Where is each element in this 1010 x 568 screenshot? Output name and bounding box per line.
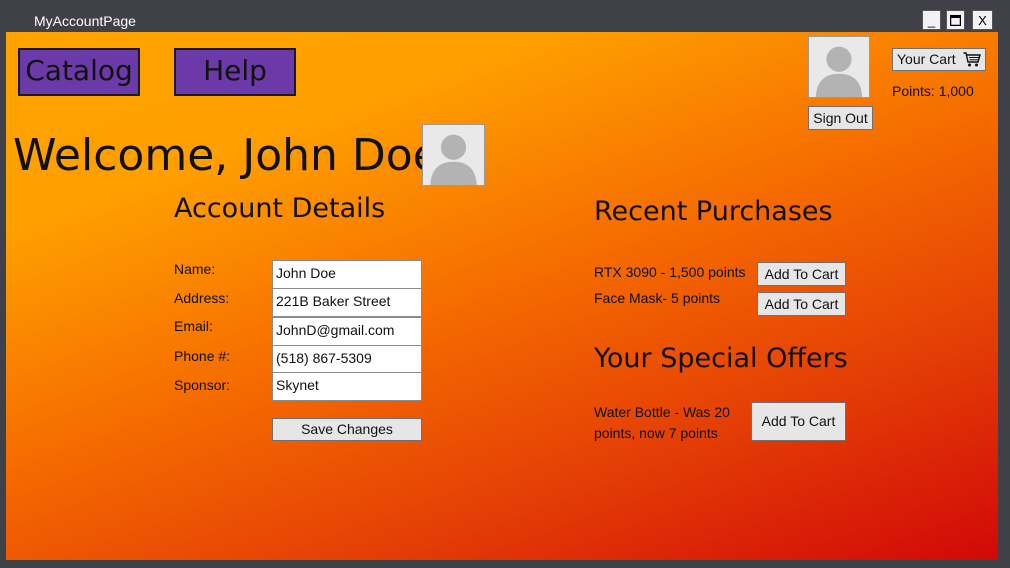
recent-purchases-title: Recent Purchases — [594, 196, 833, 227]
offer-add-to-cart-button[interactable]: Add To Cart — [751, 402, 846, 441]
cart-label: Your Cart — [897, 51, 956, 67]
welcome-heading: Welcome, John Doe — [13, 130, 440, 181]
offer-item-text: Water Bottle - Was 20 points, now 7 poin… — [594, 402, 730, 444]
window-title: MyAccountPage — [34, 13, 136, 29]
purchase-item-text: Face Mask- 5 points — [594, 290, 721, 306]
sponsor-field[interactable]: Skynet — [272, 372, 422, 401]
shopping-cart-icon — [963, 52, 981, 67]
address-field[interactable]: 221B Baker Street — [272, 288, 422, 317]
catalog-button[interactable]: Catalog — [18, 48, 140, 96]
email-label: Email: — [174, 318, 213, 334]
offer-line-2: points, now 7 points — [594, 425, 718, 441]
offer-line-1: Water Bottle - Was 20 — [594, 404, 730, 420]
account-page: Catalog Help Sign Out Your Cart Points: … — [6, 32, 998, 560]
maximize-icon — [949, 14, 962, 27]
header-avatar — [808, 36, 870, 98]
save-changes-button[interactable]: Save Changes — [272, 418, 422, 441]
help-button[interactable]: Help — [174, 48, 296, 96]
points-balance: Points: 1,000 — [892, 83, 974, 99]
phone-field[interactable]: (518) 867-5309 — [272, 345, 422, 374]
phone-label: Phone #: — [174, 348, 231, 364]
user-silhouette-icon — [430, 134, 477, 185]
name-label: Name: — [174, 261, 216, 277]
app-window: MyAccountPage _ X Catalog Help Sign Out … — [0, 0, 1010, 568]
add-to-cart-button[interactable]: Add To Cart — [757, 292, 846, 316]
your-cart-button[interactable]: Your Cart — [892, 48, 986, 71]
profile-avatar — [422, 124, 485, 186]
title-bar[interactable]: MyAccountPage _ X — [0, 0, 1010, 32]
special-offers-title: Your Special Offers — [594, 343, 848, 374]
account-details-title: Account Details — [174, 193, 386, 224]
name-field[interactable]: John Doe — [272, 260, 422, 289]
sponsor-label: Sponsor: — [174, 377, 231, 393]
close-button[interactable]: X — [972, 10, 993, 30]
purchase-item-text: RTX 3090 - 1,500 points — [594, 264, 746, 280]
address-label: Address: — [174, 290, 230, 306]
add-to-cart-button[interactable]: Add To Cart — [757, 262, 846, 286]
email-field[interactable]: JohnD@gmail.com — [272, 317, 422, 346]
minimize-button[interactable]: _ — [922, 10, 941, 30]
maximize-button[interactable] — [946, 10, 965, 30]
sign-out-button[interactable]: Sign Out — [808, 106, 873, 130]
user-silhouette-icon — [815, 46, 863, 97]
